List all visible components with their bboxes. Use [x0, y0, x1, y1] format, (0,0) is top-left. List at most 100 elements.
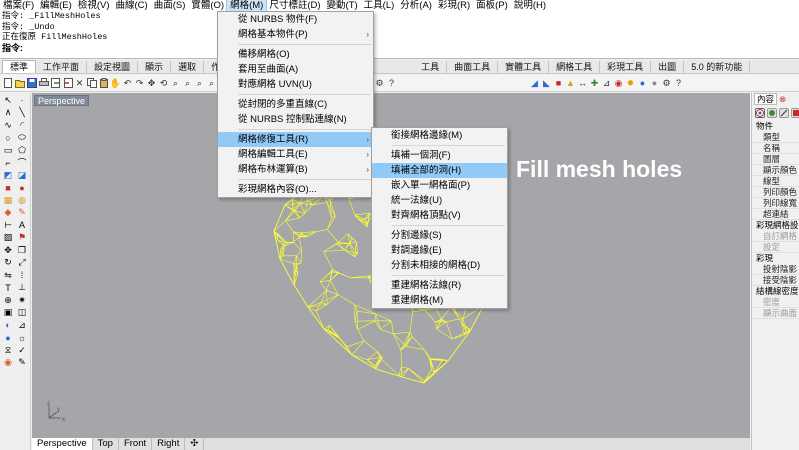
box-icon[interactable]: ■: [2, 182, 14, 193]
mesh-menu-item[interactable]: 網格布林運算(B) ›: [218, 162, 373, 177]
repair-submenu-item[interactable]: 分割邊緣(S): [372, 228, 507, 243]
menubar-item[interactable]: 曲面(S): [151, 0, 189, 11]
dimension-icon[interactable]: ↔: [577, 78, 588, 89]
cut-icon[interactable]: ✕: [74, 78, 85, 89]
history-icon[interactable]: ⧖: [2, 345, 14, 356]
menubar-item[interactable]: 曲線(C): [112, 0, 150, 11]
offset-curve-icon[interactable]: ⌒: [16, 157, 28, 168]
flag-icon[interactable]: ⚑: [16, 232, 28, 243]
toolbar-tab[interactable]: 標準: [2, 60, 37, 73]
copy-icon[interactable]: [86, 78, 97, 89]
point-icon[interactable]: ·: [16, 95, 28, 106]
repair-submenu-item[interactable]: 重建網格法線(R): [372, 278, 507, 293]
zoom-icon[interactable]: ⌕: [170, 78, 181, 89]
extrude-icon[interactable]: ◪: [16, 170, 28, 181]
render-solid-icon[interactable]: ●: [2, 332, 14, 343]
toolbar-tab[interactable]: 出圖: [651, 61, 685, 73]
ellipse-icon[interactable]: ⬭: [16, 132, 28, 143]
toolbar-tab[interactable]: 顯示: [138, 61, 172, 73]
polygon-icon[interactable]: ⬠: [16, 145, 28, 156]
add-viewport-icon[interactable]: ✣: [185, 438, 205, 450]
menubar-item[interactable]: 彩現(R): [435, 0, 473, 11]
mesh-menu-item[interactable]: 網格基本物件(P) ›: [218, 27, 373, 42]
block-icon[interactable]: ◫: [16, 307, 28, 318]
menubar-item[interactable]: 工具(L): [361, 0, 398, 11]
copy-tool-icon[interactable]: ❐: [16, 245, 28, 256]
toolbar-tab[interactable]: 設定視圖: [87, 61, 139, 73]
menubar-item[interactable]: 變動(T): [324, 0, 361, 11]
viewport-tab[interactable]: Perspective: [32, 438, 93, 450]
solid-tool-icon[interactable]: ■: [553, 78, 564, 89]
split-icon[interactable]: ⊥: [16, 282, 28, 293]
eraser-icon[interactable]: ◆: [2, 207, 14, 218]
dimension-tool-icon[interactable]: ⊢: [2, 220, 14, 231]
mesh-menu-item[interactable]: 從 NURBS 控制點連線(N): [218, 112, 373, 127]
mesh-menu-item[interactable]: 備移網格(O): [218, 47, 373, 62]
paint-icon[interactable]: ◉: [2, 357, 14, 368]
toolbar-tab[interactable]: 彩現工具: [600, 61, 652, 73]
array-icon[interactable]: ⁞: [16, 270, 28, 281]
gear-icon[interactable]: ⚙: [661, 78, 672, 89]
menubar-item[interactable]: 檔案(F): [0, 0, 37, 11]
viewport-tab[interactable]: Top: [93, 438, 119, 450]
options-icon[interactable]: ⚙: [374, 78, 385, 89]
explode-icon[interactable]: ✷: [16, 295, 28, 306]
sun-icon[interactable]: ✹: [625, 78, 636, 89]
pan-icon[interactable]: ✥: [146, 78, 157, 89]
trim-icon[interactable]: T: [2, 282, 14, 293]
mesh-menu-item[interactable]: 網格編輯工具(E) ›: [218, 147, 373, 162]
zoom-window-icon[interactable]: ⌕: [182, 78, 193, 89]
fillet-curve-icon[interactable]: ⌐: [2, 157, 14, 168]
repair-submenu-item[interactable]: 嵌入單一網格面(P): [372, 178, 507, 193]
menubar-item[interactable]: 網格(M): [226, 0, 268, 11]
analyze-icon[interactable]: ⊿: [601, 78, 612, 89]
viewport-tab[interactable]: Front: [119, 438, 153, 450]
mesh-menu-item[interactable]: 從封閉的多重直線(C): [218, 97, 373, 112]
mesh-menu-item[interactable]: 彩現網格內容(O)...: [218, 182, 373, 197]
move-icon[interactable]: ✥: [2, 245, 14, 256]
repair-submenu-item[interactable]: 統一法線(U): [372, 193, 507, 208]
tab-extra-icon[interactable]: ⊗: [779, 94, 786, 105]
redo-icon[interactable]: ↷: [134, 78, 145, 89]
toolbar-tab[interactable]: 網格工具: [549, 61, 601, 73]
mirror-icon[interactable]: ⇋: [2, 270, 14, 281]
toolbar-tab[interactable]: 5.0 的新功能: [684, 61, 751, 73]
menubar-item[interactable]: 編輯(E): [37, 0, 75, 11]
undo-icon[interactable]: ↶: [122, 78, 133, 89]
print-icon[interactable]: [38, 78, 49, 89]
command-prompt[interactable]: 指令:: [2, 43, 799, 54]
scale-icon[interactable]: ⤢: [16, 257, 28, 268]
mesh-icon[interactable]: ▦: [2, 195, 14, 206]
mesh-menu-item[interactable]: 對應網格 UVN(U): [218, 77, 373, 92]
repair-submenu-item[interactable]: 對調邊緣(E): [372, 243, 507, 258]
object-color-icon[interactable]: [755, 108, 765, 118]
join-icon[interactable]: ⊕: [2, 295, 14, 306]
viewport-title[interactable]: Perspective: [34, 95, 90, 106]
analyze-tool-icon[interactable]: ◐: [2, 320, 14, 331]
menubar-item[interactable]: 分析(A): [397, 0, 435, 11]
repair-submenu-item[interactable]: 重建網格(M): [372, 293, 507, 308]
new-file-icon[interactable]: [2, 78, 13, 89]
help-icon[interactable]: ?: [386, 78, 397, 89]
toolbar-tab[interactable]: 實體工具: [498, 61, 550, 73]
mesh-tool-icon[interactable]: ▲: [565, 78, 576, 89]
menubar-item[interactable]: 檢視(V): [75, 0, 113, 11]
zoom-selected-icon[interactable]: ⌕: [206, 78, 217, 89]
import-icon[interactable]: [50, 78, 61, 89]
decal-tab-icon[interactable]: [779, 108, 789, 118]
mesh-menu-item[interactable]: 套用至曲面(A): [218, 62, 373, 77]
rotate-view-icon[interactable]: ⟲: [158, 78, 169, 89]
toolbar-tab[interactable]: 曲面工具: [447, 61, 499, 73]
select-arrow-icon[interactable]: ↖: [2, 95, 14, 106]
mesh-menu-item[interactable]: 網格修復工具(R) ›: [218, 132, 373, 147]
circle-icon[interactable]: ○: [2, 132, 14, 143]
repair-submenu-item[interactable]: 分割未相接的網格(D): [372, 258, 507, 273]
measure-icon[interactable]: ⊿: [16, 320, 28, 331]
repair-submenu-item[interactable]: 填補一個洞(F): [372, 148, 507, 163]
surface-tool-icon[interactable]: ◣: [541, 78, 552, 89]
curve-icon[interactable]: ∿: [2, 120, 14, 131]
rectangle-icon[interactable]: ▭: [2, 145, 14, 156]
menubar-item[interactable]: 實體(O): [188, 0, 227, 11]
export-icon[interactable]: [62, 78, 73, 89]
check-icon[interactable]: ✓: [16, 345, 28, 356]
